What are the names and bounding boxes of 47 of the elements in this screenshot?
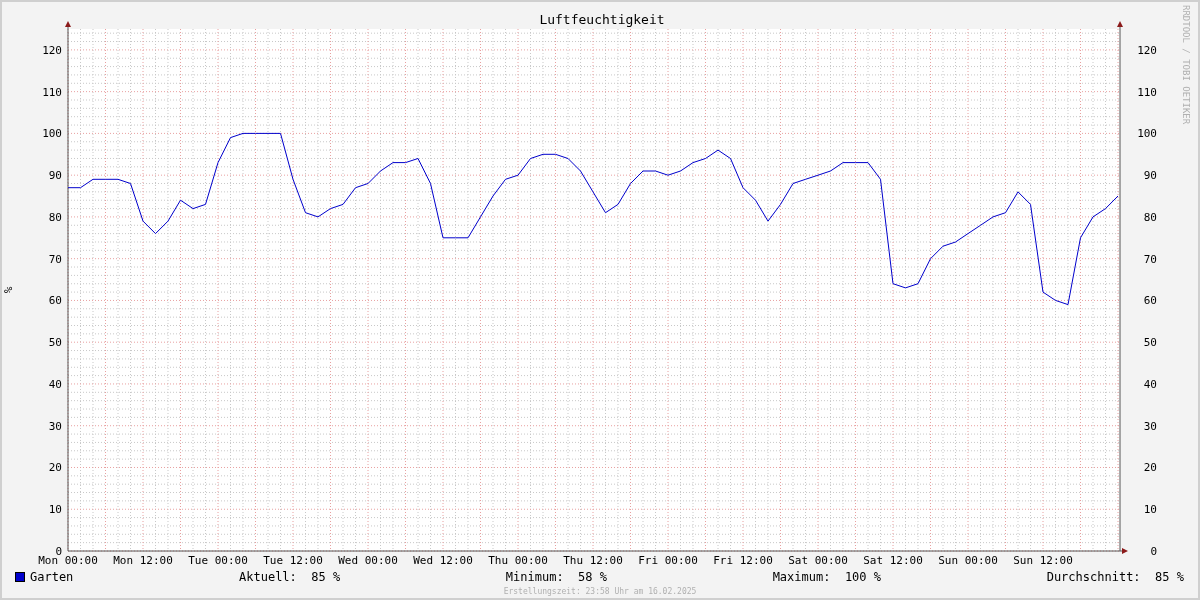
legend-stat: Durchschnitt: 85 % [1046,569,1184,586]
y-tick-label: 20 [1143,461,1157,475]
y-tick-label: 40 [1143,377,1157,391]
x-tick-label: Thu 12:00 [563,554,623,567]
y-tick-label: 90 [1143,169,1157,183]
y-tick-label: 30 [48,419,62,433]
y-tick-label: 30 [1143,419,1157,433]
y-tick-label: 90 [48,169,62,183]
y-tick-label: 20 [48,461,62,475]
y-tick-label: 0 [1150,545,1157,558]
x-tick-label: Fri 12:00 [713,554,773,567]
x-tick-label: Sat 00:00 [788,554,848,567]
y-tick-label: 110 [42,85,62,99]
y-tick-label: 60 [1143,294,1157,308]
x-tick-label: Tue 12:00 [263,554,323,567]
x-tick-label: Tue 00:00 [188,554,248,567]
legend-label: Garten [30,569,74,586]
x-tick-label: Wed 00:00 [338,554,398,567]
legend-stat: Aktuell: 85 % [239,569,341,586]
y-tick-label: 100 [42,127,62,141]
y-tick-label: 50 [1143,336,1157,350]
y-tick-label: 110 [1137,85,1157,99]
y-tick-label: 70 [1143,252,1157,266]
y-tick-label: 60 [48,294,62,308]
x-tick-label: Mon 12:00 [113,554,173,567]
x-tick-label: Thu 00:00 [488,554,548,567]
y-tick-label: 10 [48,503,62,517]
y-tick-label: 100 [1137,127,1157,141]
y-tick-label: 80 [48,210,62,224]
legend-stat: Minimum: 58 % [505,569,607,586]
y-axis-label: % [2,286,15,294]
y-tick-label: 80 [1143,210,1157,224]
x-tick-label: Wed 12:00 [413,554,473,567]
creation-time-text: Erstellungszeit: 23:58 Uhr am 16.02.2025 [503,586,697,598]
x-tick-label: Sun 00:00 [938,554,998,567]
y-tick-label: 50 [48,336,62,350]
x-tick-label: Sat 12:00 [863,554,923,567]
y-tick-label: 10 [1143,503,1157,517]
y-tick-label: 120 [42,43,62,57]
x-tick-label: Fri 00:00 [638,554,698,567]
watermark-text: RRDTOOL / TOBI OETIKER [1180,5,1190,127]
y-tick-label: 70 [48,252,62,266]
legend-stat: Maximum: 100 % [772,569,881,586]
y-tick-label: 40 [48,377,62,391]
chart-title: Luftfeuchtigkeit [539,12,665,27]
x-tick-label: Sun 12:00 [1013,554,1073,567]
y-tick-label: 120 [1137,43,1157,57]
